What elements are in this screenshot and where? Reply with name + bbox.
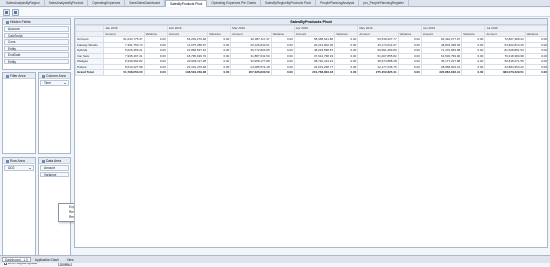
tab-6[interactable]: SalesByRegionByProducts Pivot: [261, 0, 317, 7]
hidden-field-item[interactable]: Account: [4, 26, 69, 32]
data-cell[interactable]: 383,070,229.51: [484, 69, 526, 76]
data-cell[interactable]: 201,768,803.18: [293, 69, 336, 76]
row-field-ud2[interactable]: UD2: [4, 165, 34, 171]
data-cell[interactable]: 0.00: [143, 69, 168, 76]
column-field-time[interactable]: Time: [40, 80, 69, 86]
data-area-label: Data Area: [46, 159, 62, 163]
dashboard-selector[interactable]: Dashboard - 1.0: [2, 257, 31, 262]
data-cell[interactable]: 275,452,825.41: [357, 69, 399, 76]
filter-icon: [6, 74, 9, 78]
column-area-header: Column Area: [39, 73, 70, 79]
data-cell[interactable]: 320,884,818.41: [420, 69, 463, 76]
toolbar: [0, 8, 550, 17]
grand-total-row: Grand Total 51,798,053.00 0.00 148,594,459.…: [75, 69, 547, 76]
hidden-field-item[interactable]: Cons: [4, 39, 69, 45]
application-dashboard-link[interactable]: Application Dash: [31, 258, 63, 262]
tab-4[interactable]: SalesByProducts Pivot: [165, 0, 208, 7]
hidden-fields-label: Hidden Fields: [10, 20, 31, 24]
hidden-field-item[interactable]: EndDate: [4, 52, 69, 58]
sigma-icon: [42, 159, 45, 163]
tab-7[interactable]: PeoplePlanningAnalysis: [316, 0, 360, 7]
hidden-field-item[interactable]: CalcScript: [4, 32, 69, 38]
data-field-variance[interactable]: Variance: [40, 171, 69, 177]
data-cell[interactable]: 51,798,053.00: [103, 69, 145, 76]
refresh-icon: [14, 11, 17, 14]
data-field-amount[interactable]: Amount: [40, 165, 69, 171]
rows-icon: [6, 159, 9, 163]
hidden-fields-panel: Hidden Fields Account CalcScript Cons Entit…: [2, 18, 71, 70]
tab-strip: SalesAnalysisByRegion SalesAnalysisByProd…: [0, 0, 550, 7]
hidden-field-item[interactable]: Entity: [4, 58, 69, 64]
data-cell[interactable]: 207,326,833.59: [230, 69, 272, 76]
data-cell[interactable]: 0.00: [207, 69, 232, 76]
column-area-panel[interactable]: Column Area Time: [38, 72, 71, 154]
layout-icon: [5, 11, 8, 14]
columns-icon: [42, 74, 45, 78]
tab-1[interactable]: SalesAnalysisByProduct: [45, 0, 89, 7]
data-area-header: Data Area: [39, 158, 70, 164]
tab-2[interactable]: OperatingExpenses: [88, 0, 126, 7]
filter-area-panel[interactable]: Filter Area: [2, 72, 36, 154]
tab-3[interactable]: SaesSalesDashboard: [125, 0, 166, 7]
layout-button[interactable]: [3, 9, 10, 16]
view-link[interactable]: View: [63, 258, 78, 262]
row-area-header: Row Area: [3, 158, 35, 164]
tab-8[interactable]: pro_PeoplePlanningRegister: [359, 0, 409, 7]
data-cell[interactable]: 0.00: [461, 69, 486, 76]
column-area-label: Column Area: [46, 74, 66, 78]
data-cell[interactable]: 0.00: [397, 69, 422, 76]
fields-icon: [6, 20, 9, 24]
data-cell[interactable]: 0.00: [270, 69, 295, 76]
refresh-button[interactable]: [12, 9, 19, 16]
hidden-field-item[interactable]: Entity: [4, 45, 69, 51]
status-bar: Dashboard - 1.0 Application Dash View: [0, 255, 550, 263]
data-cell[interactable]: 0.00: [524, 69, 547, 76]
filter-area-header: Filter Area: [3, 73, 35, 79]
pivot-grid: SalesByProducts Pivot Jan 2016 Feb 2016 Ma…: [74, 18, 548, 248]
pivot-table: Jan 2016 Feb 2016 Mar 2016 Apr 2016 May 2016…: [75, 25, 547, 76]
filter-area-label: Filter Area: [10, 74, 26, 78]
data-cell[interactable]: 148,594,459.38: [166, 69, 209, 76]
data-cell[interactable]: 0.00: [334, 69, 359, 76]
hidden-fields-header: Hidden Fields: [3, 19, 70, 25]
tab-0[interactable]: SalesAnalysisByRegion: [2, 0, 45, 7]
row-area-panel[interactable]: Row Area UD2: [2, 157, 36, 257]
row-header[interactable]: Grand Total: [75, 69, 105, 76]
row-area-label: Row Area: [10, 159, 25, 163]
tab-5[interactable]: Operating Expenses Pie Charts: [207, 0, 261, 7]
